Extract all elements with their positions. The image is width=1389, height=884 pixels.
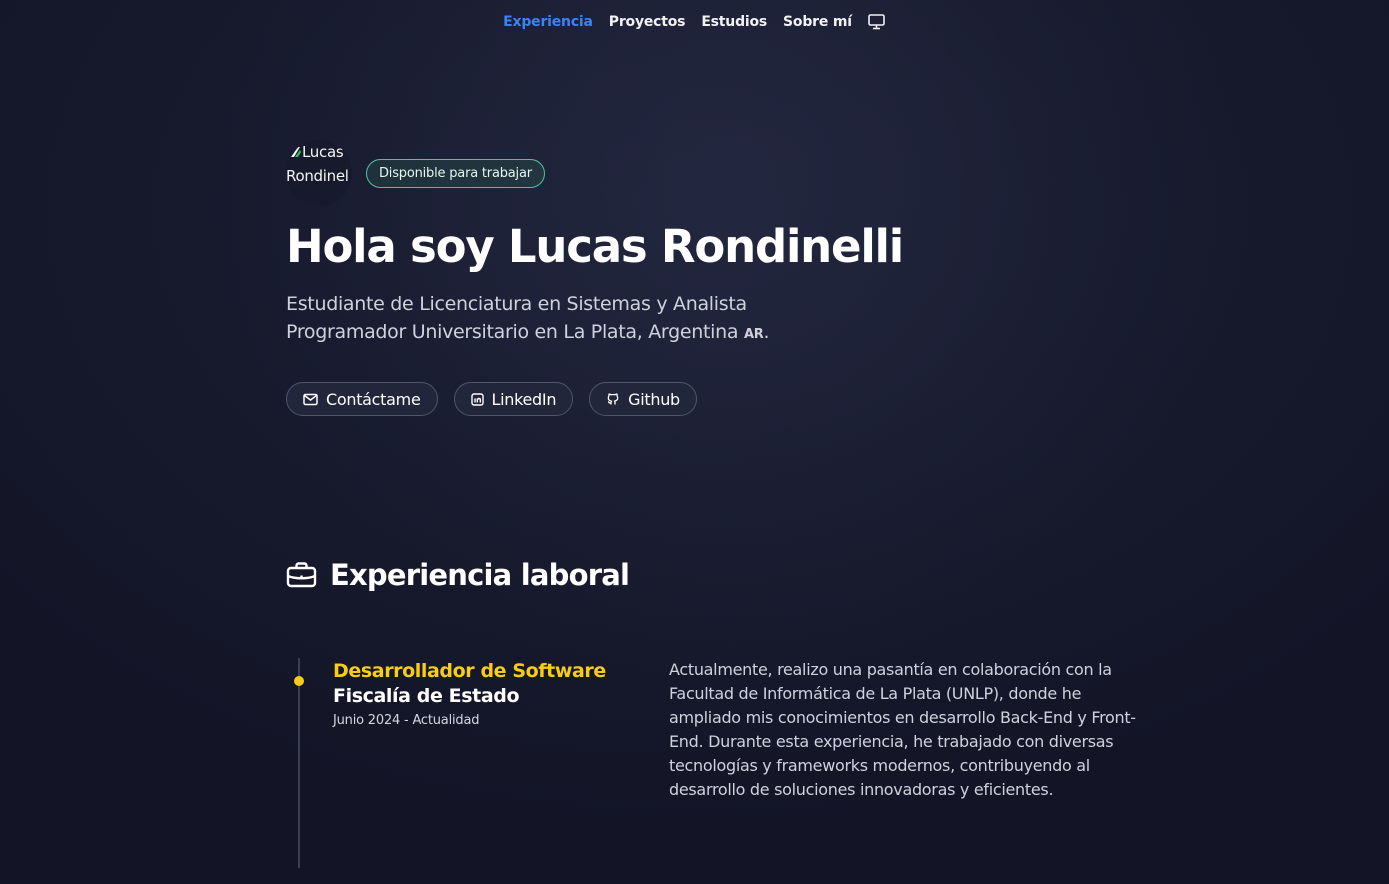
github-icon [607,393,619,405]
monitor-icon[interactable] [868,13,886,31]
nav-item-sobre-mi[interactable]: Sobre mí [783,14,852,30]
linkedin-button[interactable]: LinkedIn [453,382,574,416]
linkedin-button-label: LinkedIn [491,389,557,409]
contact-buttons: Contáctame LinkedIn Github [286,382,1146,416]
job-entry: Desarrollador de Software Fiscalía de Es… [333,660,606,728]
avatar: Lucas Rondinel [286,140,352,206]
hero-subtitle: Estudiante de Licenciatura en Sistemas y… [286,290,826,349]
nav-item-experiencia[interactable]: Experiencia [503,14,593,30]
github-button[interactable]: Github [589,382,697,416]
experience-heading: Experiencia laboral [286,558,630,592]
job-description: Actualmente, realizo una pasantía en col… [669,660,1136,799]
briefcase-icon [286,562,317,588]
flag-label: AR [743,327,764,342]
avatar-row: Lucas Rondinel Disponible para trabajar [286,140,1146,206]
mail-icon [303,393,318,405]
job-dates: Junio 2024 - Actualidad [333,713,480,728]
linkedin-icon [470,392,484,406]
nav-item-proyectos[interactable]: Proyectos [609,14,686,30]
contact-button[interactable]: Contáctame [286,382,438,416]
job-company: Fiscalía de Estado [333,685,520,707]
avatar-name-line2: Rondinel [286,167,349,185]
hero-section: Lucas Rondinel Disponible para trabajar … [286,140,1146,416]
top-nav: Experiencia Proyectos Estudios Sobre mí [0,13,1389,31]
page-title: Hola soy Lucas Rondinelli [286,220,904,273]
subtitle-period: . [763,321,770,343]
github-button-label: Github [628,389,680,409]
availability-badge: Disponible para trabajar [366,158,545,188]
avatar-name-line1: Lucas [302,143,344,161]
subtitle-text: Estudiante de Licenciatura en Sistemas y… [286,293,747,343]
timeline-line [298,658,300,868]
job-role: Desarrollador de Software [333,660,606,682]
contact-button-label: Contáctame [326,389,421,409]
timeline-dot [294,676,304,686]
nav-item-estudios[interactable]: Estudios [701,14,767,30]
experience-title: Experiencia laboral [330,558,630,592]
